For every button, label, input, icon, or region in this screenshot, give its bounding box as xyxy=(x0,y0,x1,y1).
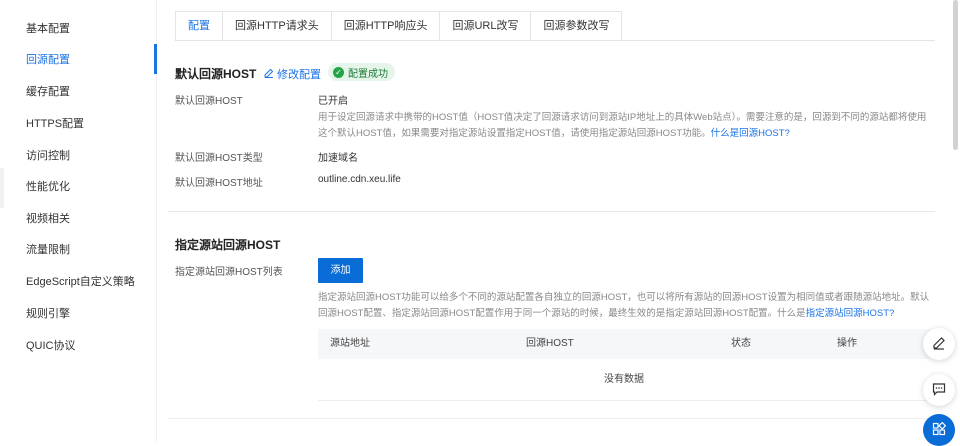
sidebar-scroll-indicator xyxy=(0,168,4,208)
scrollbar[interactable] xyxy=(953,0,958,150)
sidebar-item-https[interactable]: HTTPS配置 xyxy=(26,116,84,132)
table-header: 源站地址 回源HOST 状态 操作 xyxy=(318,329,930,359)
sidebar: 基本配置 回源配置 缓存配置 HTTPS配置 访问控制 性能优化 视频相关 流量… xyxy=(0,0,156,443)
what-is-origin-host-link[interactable]: 什么是回源HOST? xyxy=(711,128,790,139)
default-host-type-label: 默认回源HOST类型 xyxy=(175,153,263,164)
tab-response-headers[interactable]: 回源HTTP响应头 xyxy=(331,11,441,41)
edit-config-link[interactable]: 修改配置 xyxy=(264,66,321,82)
sidebar-item-video[interactable]: 视频相关 xyxy=(26,211,70,227)
status-badge: ✓ 配置成功 xyxy=(328,63,395,81)
check-circle-icon: ✓ xyxy=(333,66,344,78)
sidebar-item-basic[interactable]: 基本配置 xyxy=(26,21,70,37)
column-header-status: 状态 xyxy=(731,338,751,349)
sidebar-item-traffic-limit[interactable]: 流量限制 xyxy=(26,242,70,258)
sidebar-item-origin[interactable]: 回源配置 xyxy=(26,52,70,68)
apps-button[interactable] xyxy=(923,414,955,446)
tab-param-rewrite[interactable]: 回源参数改写 xyxy=(531,11,623,41)
page-bottom-divider xyxy=(168,418,935,419)
specified-host-title: 指定源站回源HOST xyxy=(175,238,281,252)
default-host-description: 用于设定回源请求中携带的HOST值（HOST值决定了回源请求访问到源站IP地址上… xyxy=(318,110,930,142)
column-header-host: 回源HOST xyxy=(526,338,574,349)
add-button[interactable]: 添加 xyxy=(318,258,363,283)
default-host-address-value: outline.cdn.xeu.life xyxy=(318,174,401,185)
what-is-specified-host-link[interactable]: 指定源站回源HOST? xyxy=(806,308,895,319)
sidebar-item-rule-engine[interactable]: 规则引擎 xyxy=(26,306,70,322)
message-icon xyxy=(932,382,946,399)
edit-icon xyxy=(932,336,946,353)
default-host-type-value: 加速域名 xyxy=(318,153,358,164)
sidebar-item-cache[interactable]: 缓存配置 xyxy=(26,84,70,100)
tab-config[interactable]: 配置 xyxy=(175,11,223,41)
apps-icon xyxy=(932,421,947,439)
specified-host-list-label: 指定源站回源HOST列表 xyxy=(175,267,283,278)
edit-config-label: 修改配置 xyxy=(277,69,321,81)
specified-host-description: 指定源站回源HOST功能可以给多个不同的源站配置各自独立的回源HOST，也可以将… xyxy=(318,290,930,322)
sidebar-item-edgescript[interactable]: EdgeScript自定义策略 xyxy=(26,274,135,290)
sidebar-item-quic[interactable]: QUIC协议 xyxy=(26,338,76,354)
tabs-underline xyxy=(175,40,935,41)
table-empty-text: 没有数据 xyxy=(604,374,644,385)
table-bottom-border xyxy=(318,400,930,401)
default-host-status-label: 默认回源HOST xyxy=(175,96,243,107)
message-button[interactable] xyxy=(923,374,955,406)
tab-url-rewrite[interactable]: 回源URL改写 xyxy=(440,11,532,41)
default-host-title: 默认回源HOST xyxy=(175,67,257,81)
status-badge-label: 配置成功 xyxy=(348,68,388,80)
column-header-origin: 源站地址 xyxy=(330,338,370,349)
sidebar-active-indicator xyxy=(154,44,157,74)
default-host-address-label: 默认回源HOST地址 xyxy=(175,178,263,189)
feedback-edit-button[interactable] xyxy=(923,328,955,360)
tab-bar: 配置 回源HTTP请求头 回源HTTP响应头 回源URL改写 回源参数改写 xyxy=(175,11,623,41)
default-host-description-text: 用于设定回源请求中携带的HOST值（HOST值决定了回源请求访问到源站IP地址上… xyxy=(318,112,927,139)
sidebar-item-access-control[interactable]: 访问控制 xyxy=(26,148,70,164)
section-divider xyxy=(168,211,935,212)
sidebar-item-performance[interactable]: 性能优化 xyxy=(26,179,70,195)
tab-request-headers[interactable]: 回源HTTP请求头 xyxy=(223,11,332,41)
default-host-status-value: 已开启 xyxy=(318,96,348,107)
column-header-actions: 操作 xyxy=(837,338,857,349)
edit-icon xyxy=(264,68,274,81)
